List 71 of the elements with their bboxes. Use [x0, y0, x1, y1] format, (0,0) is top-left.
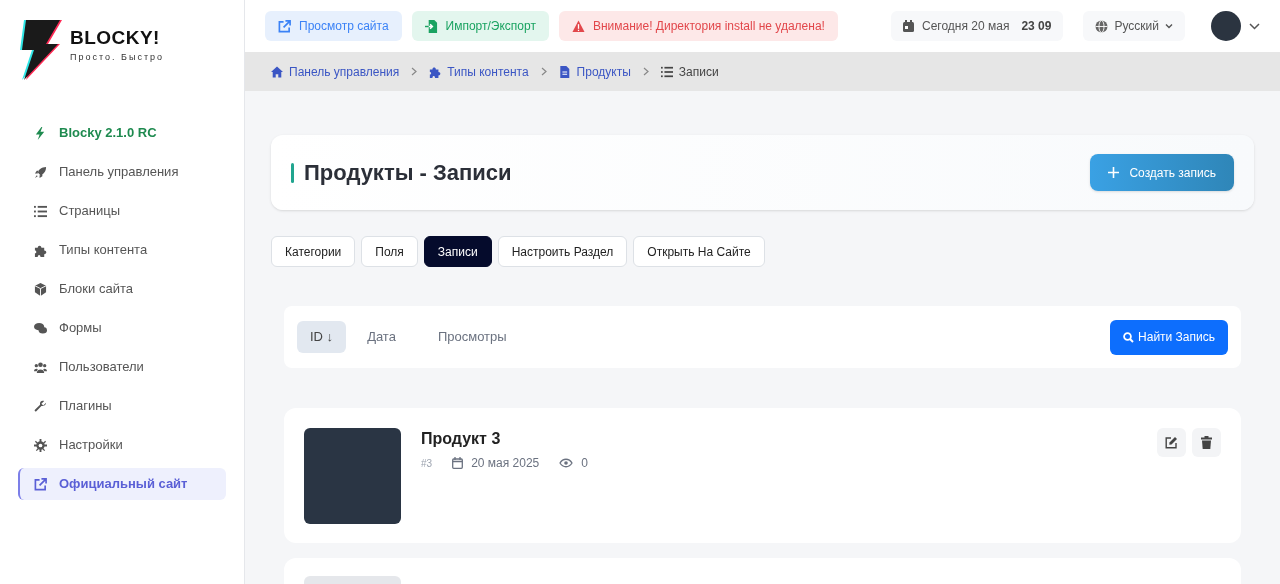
user-menu[interactable] [1211, 11, 1260, 41]
tab[interactable]: Открыть На Сайте [633, 236, 765, 267]
sort-option[interactable]: Дата [354, 321, 409, 353]
wrench-icon [34, 399, 47, 413]
sort-option[interactable]: ID ↓ [297, 321, 347, 353]
page-title: Продукты - Записи [304, 159, 512, 187]
sort-option[interactable]: Просмотры [424, 321, 520, 353]
search-icon [1123, 331, 1135, 343]
warning-button[interactable]: Внимание! Директория install не удалена! [558, 11, 838, 41]
rocket-icon [34, 165, 47, 179]
bolt-icon [34, 126, 47, 140]
settings-icon [34, 438, 47, 452]
sidebar-item[interactable]: Блоки сайта [18, 273, 226, 305]
puzzle-icon [34, 243, 47, 257]
globe-icon [1095, 19, 1109, 33]
delete-button[interactable] [1192, 428, 1221, 457]
external-link-icon [278, 19, 291, 33]
caret-icon [1165, 23, 1173, 29]
record-date: 20 мая 2025 [471, 455, 540, 472]
find-record-button[interactable]: Найти Запись [1110, 319, 1228, 355]
sidebar-item[interactable]: Официальный сайт [18, 468, 226, 500]
file-import-icon [424, 19, 438, 33]
lightning-logo-icon [18, 18, 62, 80]
caret-icon [1249, 22, 1260, 30]
avatar [1211, 11, 1241, 41]
time-text: 23 09 [1021, 18, 1052, 35]
sidebar-item[interactable]: Типы контента [18, 234, 226, 266]
breadcrumb-link[interactable]: Продукты [558, 62, 631, 81]
view-count: 0 [581, 455, 588, 472]
tab[interactable]: Настроить Раздел [497, 236, 628, 267]
logo-title: BLOCKY! [70, 28, 161, 47]
sidebar-item[interactable]: Плагины [18, 390, 226, 422]
list-icon [660, 65, 673, 78]
chevron-icon [411, 67, 418, 76]
trash-icon [1201, 436, 1212, 449]
tab[interactable]: Записи [423, 236, 492, 267]
chevron-icon [540, 67, 547, 76]
tab[interactable]: Категории [271, 236, 356, 267]
list-icon [34, 204, 47, 218]
logo-tagline: Просто. Быстро [70, 51, 164, 64]
date-text: Сегодня 20 мая [922, 18, 1010, 35]
file-icon [558, 65, 571, 78]
breadcrumb-link[interactable]: Панель управления [271, 62, 400, 81]
chat-bubbles-icon [34, 321, 47, 335]
plus-icon [1108, 167, 1120, 178]
breadcrumb-link[interactable]: Типы контента [429, 62, 529, 81]
sidebar-item[interactable]: Настройки [18, 429, 226, 461]
create-record-button[interactable]: Создать запись [1090, 154, 1234, 191]
chevron-icon [642, 67, 649, 76]
users-icon [34, 360, 47, 374]
external-link-icon [34, 477, 47, 491]
puzzle-icon [429, 65, 442, 78]
breadcrumb-current: Записи [660, 62, 719, 81]
edit-icon [1165, 436, 1178, 449]
warning-icon [571, 19, 585, 33]
language-dropdown[interactable]: Русский [1083, 11, 1185, 41]
home-icon [271, 65, 283, 78]
tab[interactable]: Поля [361, 236, 418, 267]
accent-bar [291, 162, 294, 183]
sidebar-item[interactable]: Страницы [18, 195, 226, 227]
calendar-icon [452, 457, 464, 469]
record-id: #3 [421, 456, 433, 471]
sidebar-item[interactable]: Формы [18, 312, 226, 344]
eye-icon [559, 458, 574, 468]
sidebar-item[interactable]: Пользователи [18, 351, 226, 383]
record-title[interactable]: Продукт 3 [421, 429, 588, 449]
edit-button[interactable] [1157, 428, 1186, 457]
sidebar-item[interactable]: Панель управления [18, 156, 226, 188]
version-label[interactable]: Blocky 2.1.0 RC [18, 117, 226, 149]
calendar-icon [903, 20, 914, 32]
cube-icon [34, 282, 47, 296]
